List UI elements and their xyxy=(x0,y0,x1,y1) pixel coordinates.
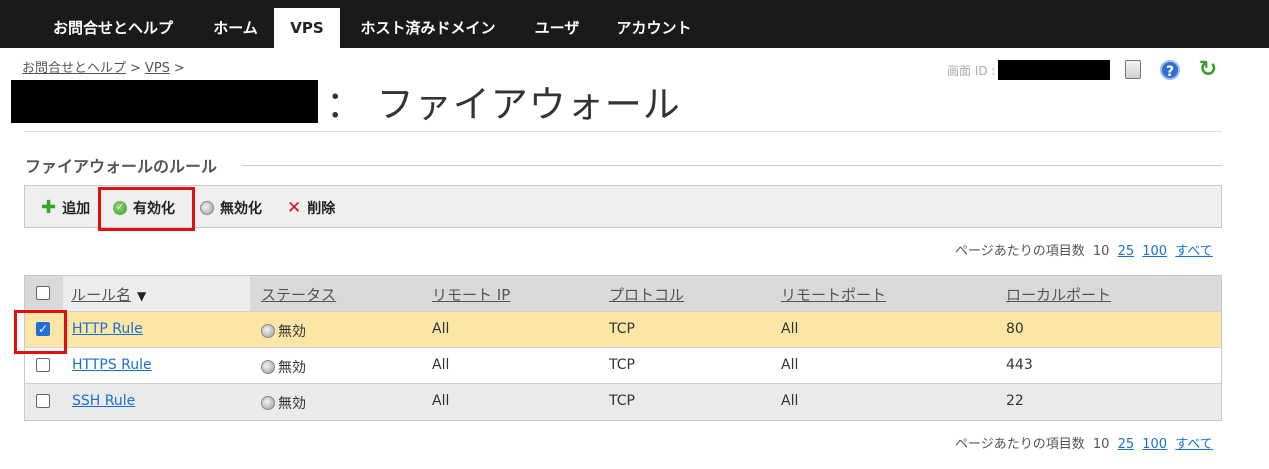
table-row[interactable]: HTTPS Rule 無効 All TCP All 443 xyxy=(25,348,1221,384)
status-cell: 無効 xyxy=(261,393,306,413)
pagination-label: ページあたりの項目数 xyxy=(955,437,1085,452)
plus-icon: ✚ xyxy=(41,197,57,218)
delete-button-label: 削除 xyxy=(307,201,336,217)
pagination-option-all[interactable]: すべて xyxy=(1175,437,1213,452)
screen-id-label: 画面 ID : xyxy=(947,64,996,78)
local-port-cell: 80 xyxy=(1006,321,1024,337)
nav-tab-vps[interactable]: VPS xyxy=(274,8,340,48)
remote-ip-cell: All xyxy=(432,393,450,409)
breadcrumb-link-vps[interactable]: VPS xyxy=(145,61,170,76)
protocol-cell: TCP xyxy=(609,321,635,337)
breadcrumb-separator: > xyxy=(173,61,185,76)
breadcrumb-separator: > xyxy=(130,61,141,76)
pagination-label: ページあたりの項目数 xyxy=(955,244,1085,259)
remote-port-cell: All xyxy=(781,393,799,409)
firewall-rules-table: ルール名 ▼ ステータス リモート IP プロトコル リモートポート ローカルポー… xyxy=(24,275,1222,421)
nav-tab-users[interactable]: ユーザ xyxy=(522,8,592,48)
status-text: 無効 xyxy=(278,360,306,376)
status-text: 無効 xyxy=(278,324,306,340)
protocol-cell: TCP xyxy=(609,393,635,409)
chevron-down-icon: ▼ xyxy=(137,289,147,303)
column-header-name-label: ルール名 xyxy=(71,286,132,304)
pagination-current: 10 xyxy=(1092,244,1110,259)
column-header-remote-port[interactable]: リモートポート xyxy=(781,284,886,305)
column-header-protocol[interactable]: プロトコル xyxy=(609,284,684,305)
rule-name-link[interactable]: SSH Rule xyxy=(72,393,135,409)
action-toolbar: ✚ 追加 ✓ 有効化 無効化 ✕ 削除 xyxy=(24,185,1222,228)
select-all-checkbox[interactable] xyxy=(36,286,50,300)
section-title: ファイアウォールのルール xyxy=(25,157,218,176)
top-nav: お問合せとヘルプ ホーム VPS ホスト済みドメイン ユーザ アカウント xyxy=(0,0,1269,48)
column-header-status[interactable]: ステータス xyxy=(261,284,336,305)
local-port-cell: 443 xyxy=(1006,357,1033,373)
status-icon xyxy=(261,324,275,338)
status-icon xyxy=(261,396,275,410)
rule-name-link[interactable]: HTTPS Rule xyxy=(72,357,152,373)
column-header-name[interactable]: ルール名 ▼ xyxy=(71,284,146,305)
status-text: 無効 xyxy=(278,396,306,412)
disable-button-label: 無効化 xyxy=(220,201,262,217)
divider xyxy=(24,131,1222,132)
local-port-cell: 22 xyxy=(1006,393,1024,409)
nav-tab-help[interactable]: お問合せとヘルプ xyxy=(28,8,198,48)
disable-button[interactable]: 無効化 xyxy=(200,198,262,218)
page-title: ： ファイアウォール xyxy=(326,83,681,126)
highlight-box-enable xyxy=(98,187,195,231)
redacted-screen-id xyxy=(998,60,1110,80)
table-row[interactable]: SSH Rule 無効 All TCP All 22 xyxy=(25,384,1221,420)
pagination-bottom: ページあたりの項目数 10 25 100 すべて xyxy=(955,433,1213,452)
row-checkbox[interactable] xyxy=(36,358,50,372)
gray-circle-icon xyxy=(200,201,214,215)
row-checkbox[interactable] xyxy=(36,394,50,408)
refresh-icon[interactable]: ↻ xyxy=(1196,58,1220,82)
nav-tab-account[interactable]: アカウント xyxy=(604,8,704,48)
pagination-option-100[interactable]: 100 xyxy=(1142,437,1167,452)
table-header-row: ルール名 ▼ ステータス リモート IP プロトコル リモートポート ローカルポー… xyxy=(25,276,1221,312)
pagination-top: ページあたりの項目数 10 25 100 すべて xyxy=(955,240,1213,259)
status-cell: 無効 xyxy=(261,321,306,341)
column-header-local-port[interactable]: ローカルポート xyxy=(1006,284,1111,305)
delete-button[interactable]: ✕ 削除 xyxy=(287,198,335,218)
table-row[interactable]: ✓ HTTP Rule 無効 All TCP All 80 xyxy=(25,312,1221,348)
breadcrumb: お問合せとヘルプ > VPS > xyxy=(22,57,189,76)
section-divider xyxy=(242,165,1222,166)
breadcrumb-link-help[interactable]: お問合せとヘルプ xyxy=(22,61,126,76)
x-icon: ✕ xyxy=(287,198,302,218)
column-header-remote-ip[interactable]: リモート IP xyxy=(432,284,510,305)
protocol-cell: TCP xyxy=(609,357,635,373)
nav-tab-home[interactable]: ホーム xyxy=(198,8,273,48)
nav-tab-hosted-domains[interactable]: ホスト済みドメイン xyxy=(350,8,506,48)
add-button[interactable]: ✚ 追加 xyxy=(41,198,90,218)
remote-ip-cell: All xyxy=(432,357,450,373)
remote-port-cell: All xyxy=(781,357,799,373)
add-button-label: 追加 xyxy=(62,201,91,217)
redacted-server-name xyxy=(11,80,318,123)
highlight-box-checkbox xyxy=(14,310,67,354)
help-icon[interactable]: ? xyxy=(1160,60,1180,80)
document-icon[interactable] xyxy=(1125,60,1141,79)
status-cell: 無効 xyxy=(261,357,306,377)
pagination-option-25[interactable]: 25 xyxy=(1118,244,1135,259)
pagination-option-100[interactable]: 100 xyxy=(1142,244,1167,259)
pagination-option-all[interactable]: すべて xyxy=(1175,244,1213,259)
pagination-current: 10 xyxy=(1092,437,1110,452)
status-icon xyxy=(261,360,275,374)
remote-ip-cell: All xyxy=(432,321,450,337)
pagination-option-25[interactable]: 25 xyxy=(1118,437,1135,452)
remote-port-cell: All xyxy=(781,321,799,337)
rule-name-link[interactable]: HTTP Rule xyxy=(72,321,143,337)
